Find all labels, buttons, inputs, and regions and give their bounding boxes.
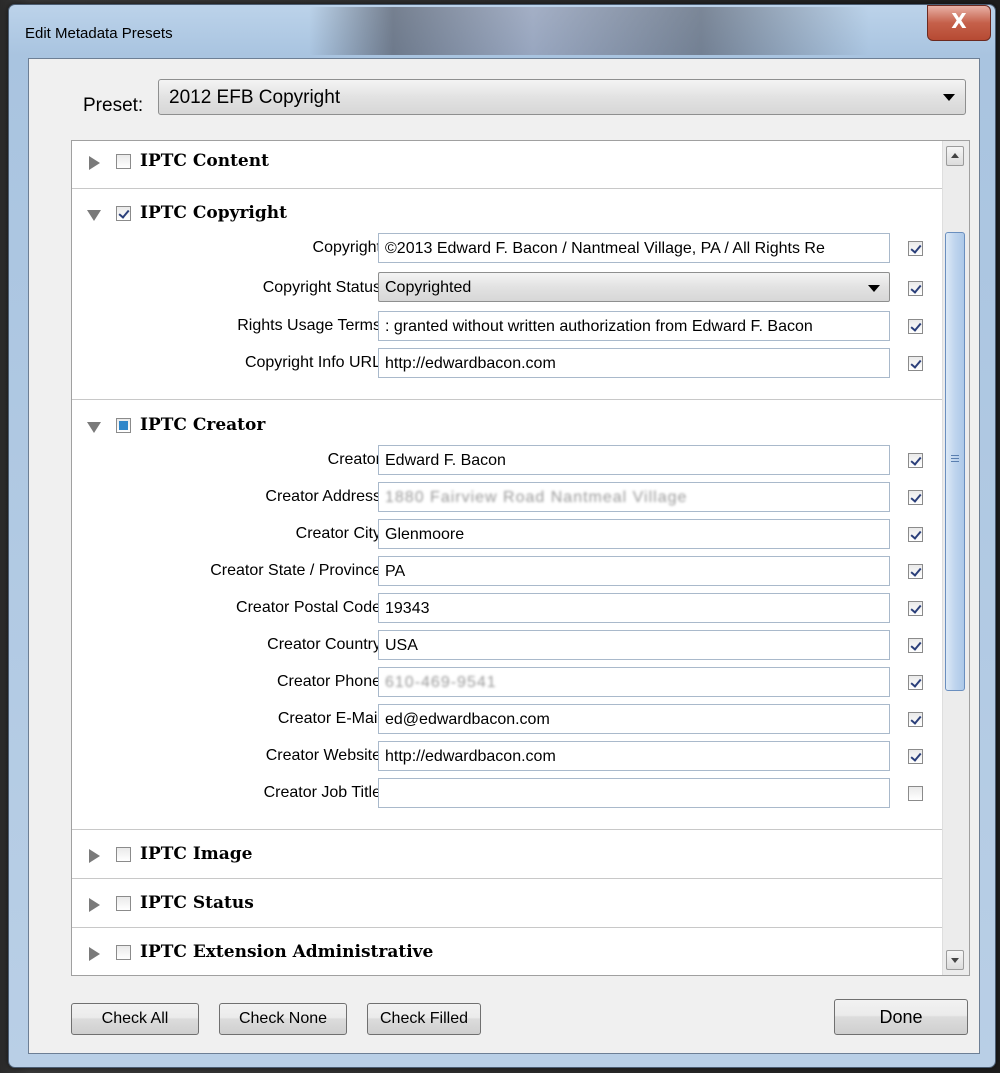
section-checkbox-extension[interactable] <box>116 945 131 960</box>
creator-state-field[interactable]: PA <box>378 556 890 586</box>
section-title: IPTC Content <box>140 151 269 171</box>
copyright-status-value: Copyrighted <box>385 279 472 296</box>
field-label: Creator <box>327 451 381 468</box>
expand-icon[interactable] <box>89 156 100 170</box>
creator-city-field[interactable]: Glenmoore <box>378 519 890 549</box>
close-button[interactable]: X <box>927 5 991 41</box>
field-label: Creator State / Province <box>210 562 381 579</box>
creator-address-field[interactable]: 1880 Fairview Road Nantmeal Village <box>378 482 890 512</box>
creator-field[interactable]: Edward F. Bacon <box>378 445 890 475</box>
section-title: IPTC Image <box>140 844 253 864</box>
divider <box>72 188 942 189</box>
expand-icon[interactable] <box>89 947 100 961</box>
dialog-window: Edit Metadata Presets X Preset: 2012 EFB… <box>8 4 996 1068</box>
creator-country-checkbox[interactable] <box>908 638 923 653</box>
field-label: Creator Country <box>267 636 381 653</box>
collapse-icon[interactable] <box>87 422 101 433</box>
scroll-up-arrow-icon[interactable] <box>946 146 964 166</box>
preset-value: 2012 EFB Copyright <box>169 87 341 108</box>
divider <box>72 399 942 400</box>
field-label: Copyright Status <box>262 279 381 296</box>
field-label: Creator E-Mail <box>277 710 381 727</box>
copyright-checkbox[interactable] <box>908 241 923 256</box>
field-label: Creator City <box>295 525 381 542</box>
copyright-field[interactable]: ©2013 Edward F. Bacon / Nantmeal Village… <box>378 233 890 263</box>
field-label: Creator Website <box>265 747 381 764</box>
dialog-body: Preset: 2012 EFB Copyright IPTC Content … <box>28 58 980 1054</box>
window-title: Edit Metadata Presets <box>25 25 173 42</box>
check-filled-button[interactable]: Check Filled <box>367 1003 481 1035</box>
copyright-status-dropdown[interactable]: Copyrighted <box>378 272 890 302</box>
section-title: IPTC Extension Administrative <box>140 942 434 962</box>
section-checkbox-image[interactable] <box>116 847 131 862</box>
creator-email-checkbox[interactable] <box>908 712 923 727</box>
section-iptc-creator[interactable]: IPTC Creator <box>72 405 942 445</box>
section-checkbox-status[interactable] <box>116 896 131 911</box>
preset-dropdown[interactable]: 2012 EFB Copyright <box>158 79 966 115</box>
title-bar[interactable]: Edit Metadata Presets X <box>9 5 995 57</box>
expand-icon[interactable] <box>89 849 100 863</box>
copyright-status-checkbox[interactable] <box>908 281 923 296</box>
field-label: Copyright <box>312 239 381 256</box>
creator-job-title-field[interactable] <box>378 778 890 808</box>
divider <box>72 829 942 830</box>
copyright-url-field[interactable]: http://edwardbacon.com <box>378 348 890 378</box>
collapse-icon[interactable] <box>87 210 101 221</box>
creator-phone-checkbox[interactable] <box>908 675 923 690</box>
section-iptc-content[interactable]: IPTC Content <box>72 141 942 181</box>
section-iptc-status[interactable]: IPTC Status <box>72 883 942 923</box>
divider <box>72 878 942 879</box>
check-none-button[interactable]: Check None <box>219 1003 347 1035</box>
section-checkbox-creator[interactable] <box>116 418 131 433</box>
grip-icon <box>951 455 959 464</box>
chevron-down-icon <box>943 94 955 101</box>
creator-job-title-checkbox[interactable] <box>908 786 923 801</box>
creator-city-checkbox[interactable] <box>908 527 923 542</box>
creator-phone-value: 610-469-9541 <box>385 674 497 691</box>
section-title: IPTC Creator <box>140 415 266 435</box>
section-checkbox-content[interactable] <box>116 154 131 169</box>
vertical-scrollbar[interactable] <box>942 141 969 975</box>
creator-postal-checkbox[interactable] <box>908 601 923 616</box>
field-label: Creator Job Title <box>263 784 381 801</box>
copyright-url-checkbox[interactable] <box>908 356 923 371</box>
creator-website-field[interactable]: http://edwardbacon.com <box>378 741 890 771</box>
section-iptc-image[interactable]: IPTC Image <box>72 834 942 874</box>
check-all-button[interactable]: Check All <box>71 1003 199 1035</box>
section-title: IPTC Status <box>140 893 254 913</box>
field-label: Rights Usage Terms <box>237 317 381 334</box>
rights-usage-field[interactable]: : granted without written authorization … <box>378 311 890 341</box>
field-label: Creator Postal Code <box>236 599 381 616</box>
section-checkbox-copyright[interactable] <box>116 206 131 221</box>
section-iptc-copyright[interactable]: IPTC Copyright <box>72 193 942 233</box>
chevron-down-icon <box>868 285 880 292</box>
field-label: Creator Phone <box>276 673 381 690</box>
creator-postal-field[interactable]: 19343 <box>378 593 890 623</box>
section-title: IPTC Copyright <box>140 203 287 223</box>
creator-phone-field[interactable]: 610-469-9541 <box>378 667 890 697</box>
title-bar-background <box>309 7 869 55</box>
divider <box>72 927 942 928</box>
creator-address-value: 1880 Fairview Road Nantmeal Village <box>385 489 688 506</box>
rights-usage-checkbox[interactable] <box>908 319 923 334</box>
creator-website-checkbox[interactable] <box>908 749 923 764</box>
expand-icon[interactable] <box>89 898 100 912</box>
scrollbar-thumb[interactable] <box>945 232 965 691</box>
creator-address-checkbox[interactable] <box>908 490 923 505</box>
done-button[interactable]: Done <box>834 999 968 1035</box>
creator-checkbox[interactable] <box>908 453 923 468</box>
field-label: Copyright Info URL <box>244 354 381 371</box>
preset-label: Preset: <box>83 95 144 116</box>
metadata-panel: IPTC Content IPTC Copyright Copyright ©2… <box>71 140 970 976</box>
scroll-down-arrow-icon[interactable] <box>946 950 964 970</box>
creator-email-field[interactable]: ed@edwardbacon.com <box>378 704 890 734</box>
section-iptc-extension-administrative[interactable]: IPTC Extension Administrative <box>72 932 942 972</box>
creator-state-checkbox[interactable] <box>908 564 923 579</box>
creator-country-field[interactable]: USA <box>378 630 890 660</box>
field-label: Creator Address <box>265 488 381 505</box>
